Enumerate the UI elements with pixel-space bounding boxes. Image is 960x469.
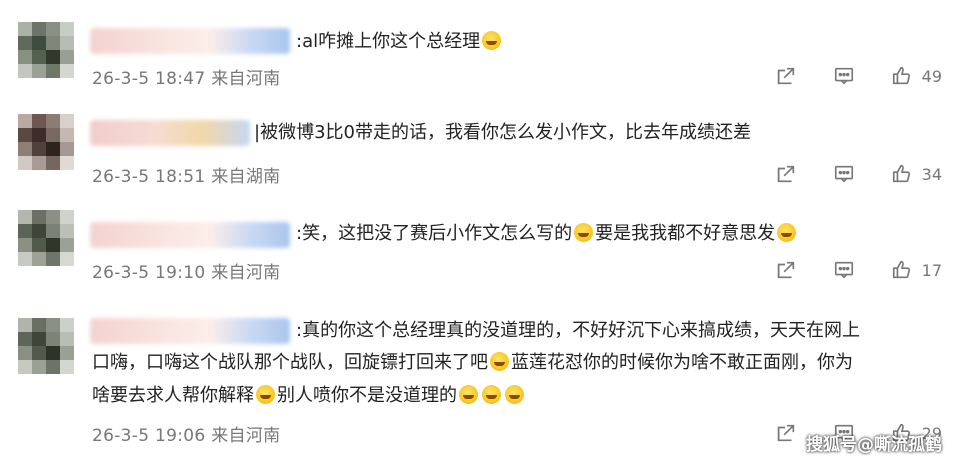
username-blurred[interactable]: [90, 222, 290, 248]
share-icon[interactable]: [774, 162, 798, 186]
like-icon[interactable]: [890, 258, 914, 282]
like-count: 34: [921, 164, 942, 184]
comment-text-line2: 口嗨，口嗨这个战队那个战队，回旋镖打回来了吧 蓝莲花怼你的时候你为啥不敢正面刚，你…: [92, 352, 853, 373]
share-icon[interactable]: [774, 421, 798, 445]
laugh-cry-emoji-icon: [256, 385, 275, 404]
share-icon[interactable]: [774, 258, 798, 282]
avatar[interactable]: [18, 210, 74, 266]
comment-item: :al咋摊上你这个总经理 26-3-5 18:47 来自河南 49: [0, 0, 960, 100]
comment-text-line3: 啥要去求人帮你解释 别人喷你不是没道理的: [92, 381, 942, 411]
comment-icon[interactable]: [832, 162, 856, 186]
like-icon[interactable]: [890, 162, 914, 186]
comment-meta: 26-3-5 18:47 来自河南: [92, 69, 281, 89]
comment-actions: 34: [740, 162, 942, 186]
comment-text: |被微博3比0带走的话，我看你怎么发小作文，比去年成绩还差: [254, 122, 751, 143]
like-count: 17: [921, 260, 942, 280]
comment-icon[interactable]: [832, 258, 856, 282]
avatar[interactable]: [18, 22, 74, 78]
laugh-cry-emoji-icon: [482, 385, 501, 404]
avatar[interactable]: [18, 114, 74, 170]
username-blurred[interactable]: [90, 28, 290, 54]
comment-meta: 26-3-5 18:51 来自湖南: [92, 167, 281, 187]
avatar[interactable]: [18, 318, 74, 374]
comment-icon[interactable]: [832, 64, 856, 88]
comment-text: :笑，这把没了赛后小作文怎么写的 要是我我都不好意思发: [296, 219, 960, 249]
comment-actions: 49: [740, 64, 942, 88]
laugh-cry-emoji-icon: [777, 223, 797, 242]
comment-meta: 26-3-5 19:10 来自河南: [92, 263, 281, 283]
username-blurred[interactable]: [90, 120, 250, 146]
comment-actions: 17: [740, 258, 942, 282]
laugh-cry-emoji-icon: [490, 352, 509, 371]
comment-text-line1: :真的你这个总经理真的没道理的，不好好沉下心来搞成绩，天天在网上: [296, 320, 861, 341]
comment-text: :al咋摊上你这个总经理: [296, 27, 960, 57]
share-icon[interactable]: [774, 64, 798, 88]
laugh-cry-emoji-icon: [482, 31, 502, 50]
like-icon[interactable]: [890, 64, 914, 88]
comment-meta: 26-3-5 19:06 来自河南: [92, 426, 281, 446]
comment-item: |被微博3比0带走的话，我看你怎么发小作文，比去年成绩还差 26-3-5 18:…: [0, 100, 960, 192]
like-count: 49: [921, 66, 942, 86]
watermark: 搜狐号@嘶流孤鹤: [806, 435, 942, 455]
laugh-cry-emoji-icon: [459, 385, 478, 404]
laugh-cry-emoji-icon: [574, 223, 594, 242]
laugh-cry-emoji-icon: [505, 385, 524, 404]
username-blurred[interactable]: [90, 318, 290, 344]
comment-item: :笑，这把没了赛后小作文怎么写的 要是我我都不好意思发 26-3-5 19:10 …: [0, 192, 960, 288]
